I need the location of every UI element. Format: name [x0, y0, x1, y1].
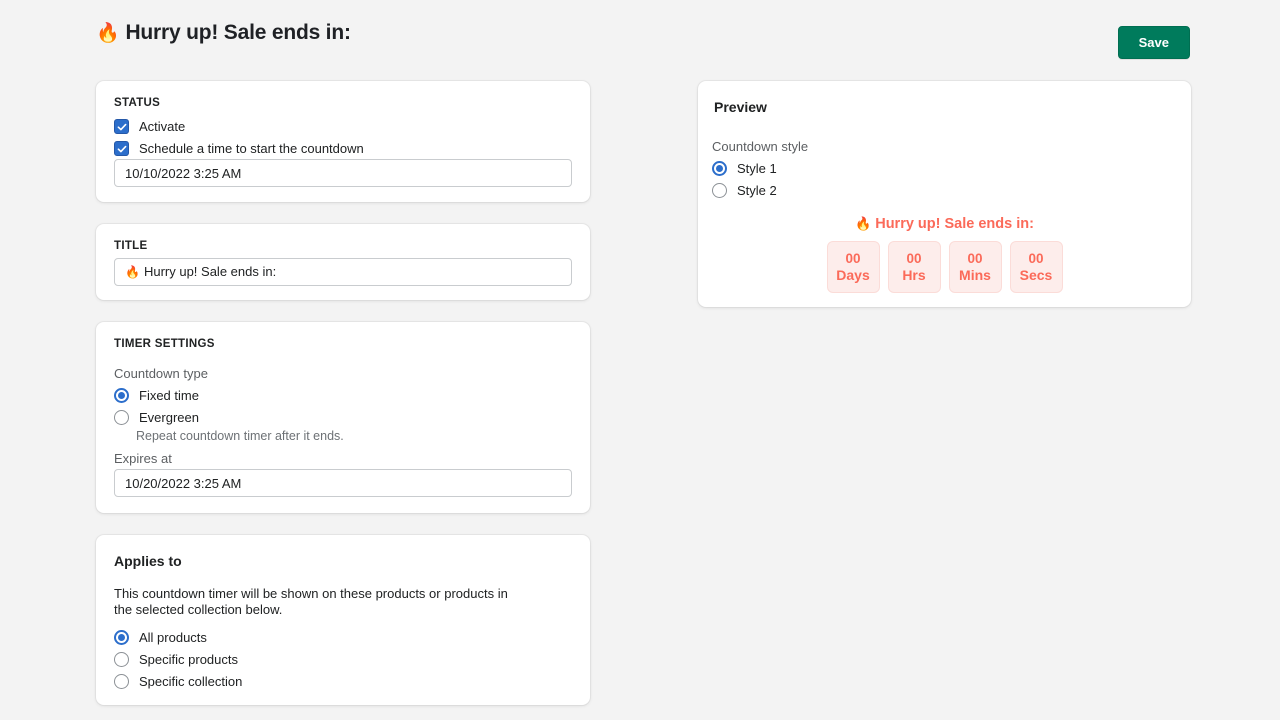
seconds-value: 00 [1028, 251, 1043, 267]
timer-section-label: TIMER SETTINGS [114, 338, 215, 350]
applies-to-card: Applies to This countdown timer will be … [96, 535, 590, 705]
days-unit: Days [836, 267, 869, 284]
title-card: TITLE 🔥 Hurry up! Sale ends in: [96, 224, 590, 300]
style-1-label: Style 1 [737, 161, 777, 176]
countdown-preview-title: 🔥 Hurry up! Sale ends in: [855, 216, 1034, 232]
countdown-style-label: Countdown style [712, 139, 808, 154]
fire-icon: 🔥 [125, 265, 140, 279]
style-1-radio[interactable] [712, 161, 727, 176]
fire-icon: 🔥 [96, 23, 119, 44]
radio-row-specific-products[interactable]: Specific products [114, 652, 238, 667]
applies-to-description: This countdown timer will be shown on th… [114, 586, 526, 618]
countdown-box-hours: 00 Hrs [888, 241, 941, 293]
evergreen-label: Evergreen [139, 410, 199, 425]
page-header: 🔥 Hurry up! Sale ends in: Save [96, 16, 1190, 66]
fixed-time-radio[interactable] [114, 388, 129, 403]
app-page: 🔥 Hurry up! Sale ends in: Save STATUS Act… [0, 0, 1280, 720]
countdown-boxes: 00 Days 00 Hrs 00 Mins 00 Secs [827, 241, 1063, 293]
title-input-value: Hurry up! Sale ends in: [144, 264, 276, 279]
fixed-time-label: Fixed time [139, 388, 199, 403]
applies-to-heading: Applies to [114, 553, 182, 569]
page-title-text: Hurry up! Sale ends in: [125, 21, 350, 44]
title-input[interactable]: 🔥 Hurry up! Sale ends in: [114, 258, 572, 286]
all-products-label: All products [139, 630, 207, 645]
activate-checkbox[interactable] [114, 119, 129, 134]
specific-products-label: Specific products [139, 652, 238, 667]
countdown-preview-title-text: Hurry up! Sale ends in: [875, 216, 1034, 232]
countdown-type-label: Countdown type [114, 366, 208, 381]
hours-value: 00 [906, 251, 921, 267]
countdown-box-seconds: 00 Secs [1010, 241, 1063, 293]
radio-row-style-1[interactable]: Style 1 [712, 161, 777, 176]
style-2-radio[interactable] [712, 183, 727, 198]
evergreen-radio[interactable] [114, 410, 129, 425]
minutes-value: 00 [967, 251, 982, 267]
schedule-checkbox[interactable] [114, 141, 129, 156]
days-value: 00 [845, 251, 860, 267]
timer-settings-card: TIMER SETTINGS Countdown type Fixed time… [96, 322, 590, 513]
schedule-checkbox-row[interactable]: Schedule a time to start the countdown [114, 141, 364, 156]
fire-icon: 🔥 [855, 216, 871, 231]
radio-row-all-products[interactable]: All products [114, 630, 207, 645]
expires-at-input[interactable] [114, 469, 572, 497]
start-datetime-input[interactable] [114, 159, 572, 187]
seconds-unit: Secs [1020, 267, 1053, 284]
style-2-label: Style 2 [737, 183, 777, 198]
specific-collection-radio[interactable] [114, 674, 129, 689]
countdown-preview-widget: 🔥 Hurry up! Sale ends in: 00 Days 00 Hrs … [698, 216, 1191, 293]
schedule-label: Schedule a time to start the countdown [139, 141, 364, 156]
radio-row-style-2[interactable]: Style 2 [712, 183, 777, 198]
title-section-label: TITLE [114, 240, 147, 252]
radio-row-evergreen[interactable]: Evergreen [114, 410, 199, 425]
activate-checkbox-row[interactable]: Activate [114, 119, 185, 134]
radio-row-specific-collection[interactable]: Specific collection [114, 674, 242, 689]
all-products-radio[interactable] [114, 630, 129, 645]
countdown-box-days: 00 Days [827, 241, 880, 293]
evergreen-help-text: Repeat countdown timer after it ends. [136, 429, 344, 443]
hours-unit: Hrs [902, 267, 925, 284]
expires-at-label: Expires at [114, 451, 172, 466]
radio-row-fixed-time[interactable]: Fixed time [114, 388, 199, 403]
activate-label: Activate [139, 119, 185, 134]
page-title: 🔥 Hurry up! Sale ends in: [96, 16, 351, 51]
specific-collection-label: Specific collection [139, 674, 242, 689]
preview-heading: Preview [714, 99, 767, 115]
save-button[interactable]: Save [1118, 26, 1190, 59]
status-card: STATUS Activate Schedule a time to start… [96, 81, 590, 202]
preview-card: Preview Countdown style Style 1 Style 2 … [698, 81, 1191, 307]
specific-products-radio[interactable] [114, 652, 129, 667]
status-section-label: STATUS [114, 97, 160, 109]
minutes-unit: Mins [959, 267, 991, 284]
countdown-box-minutes: 00 Mins [949, 241, 1002, 293]
